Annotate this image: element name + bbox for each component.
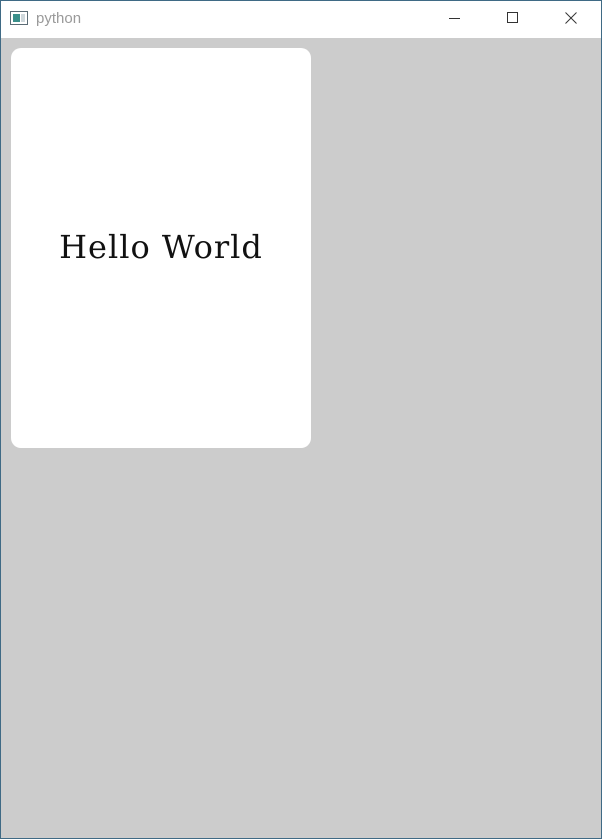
hello-label: Hello World [59,228,263,266]
white-card: Hello World [11,48,311,448]
maximize-icon [507,11,519,29]
title-bar[interactable]: python [1,1,601,38]
minimize-button[interactable] [426,1,484,38]
close-button[interactable] [542,1,600,38]
window-app-icon [10,11,30,27]
app-window: python Hello World [0,0,602,839]
minimize-icon [449,11,461,29]
maximize-button[interactable] [484,1,542,38]
window-title: python [36,10,82,27]
close-icon [565,11,577,29]
client-area: Hello World [1,38,601,838]
